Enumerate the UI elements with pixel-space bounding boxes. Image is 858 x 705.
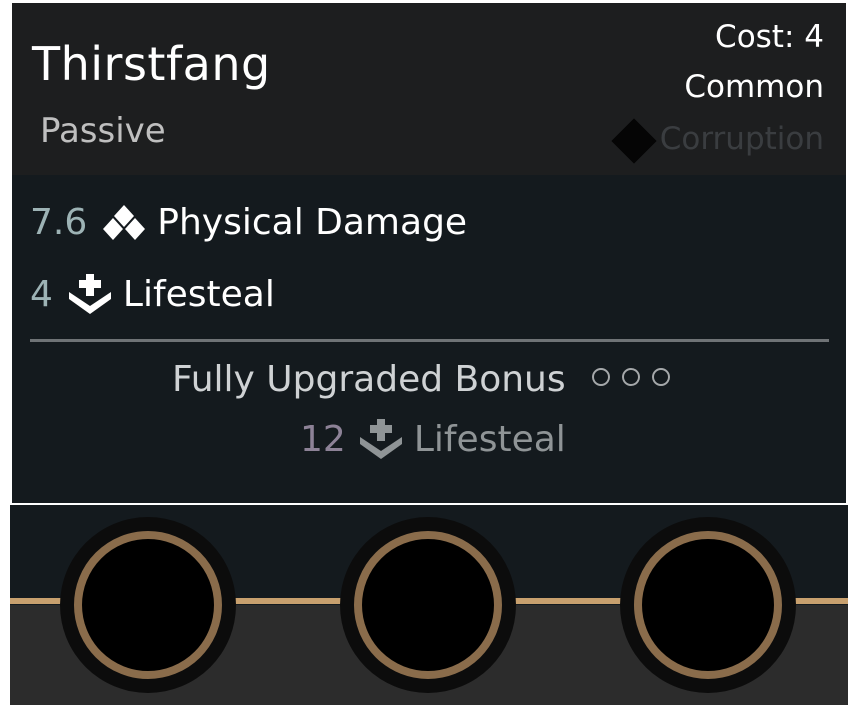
upgrade-pips	[592, 368, 670, 386]
stat-value: 4	[30, 273, 53, 315]
card-title: Thirstfang	[32, 37, 271, 91]
upgrade-pip	[652, 368, 670, 386]
bonus-title: Fully Upgraded Bonus	[172, 359, 566, 400]
lifesteal-icon	[68, 274, 111, 314]
bonus-stat-row: 12 Lifesteal	[300, 417, 566, 461]
socket-ring	[354, 531, 502, 679]
socket-slot-1[interactable]	[60, 517, 236, 693]
card-family: Corruption	[611, 118, 824, 164]
bonus-label: Lifesteal	[413, 418, 566, 460]
item-card: Thirstfang Passive Cost: 4 Common Corrup…	[12, 3, 846, 503]
stat-value: 7.6	[30, 202, 88, 243]
socket-ring	[634, 531, 782, 679]
upgrade-pip	[592, 368, 610, 386]
stat-row-lifesteal: 4 Lifesteal	[30, 272, 275, 316]
bonus-value: 12	[300, 418, 346, 460]
upgrade-pip	[622, 368, 640, 386]
card-cost: Cost: 4	[715, 19, 824, 55]
card-header: Thirstfang Passive Cost: 4 Common Corrup…	[12, 3, 846, 175]
socket-ring	[74, 531, 222, 679]
physical-damage-icon	[103, 204, 146, 240]
socket-bar	[10, 505, 848, 705]
card-rarity: Common	[684, 69, 824, 105]
card-type: Passive	[40, 111, 166, 151]
socket-slot-3[interactable]	[620, 517, 796, 693]
lifesteal-icon	[359, 419, 402, 459]
stat-row-physical-damage: 7.6 Physical Damage	[30, 202, 467, 243]
divider	[30, 339, 829, 342]
card-family-label: Corruption	[659, 121, 824, 157]
stat-label: Lifesteal	[122, 273, 275, 315]
corruption-icon	[611, 118, 657, 164]
socket-slot-2[interactable]	[340, 517, 516, 693]
stat-label: Physical Damage	[157, 202, 468, 243]
